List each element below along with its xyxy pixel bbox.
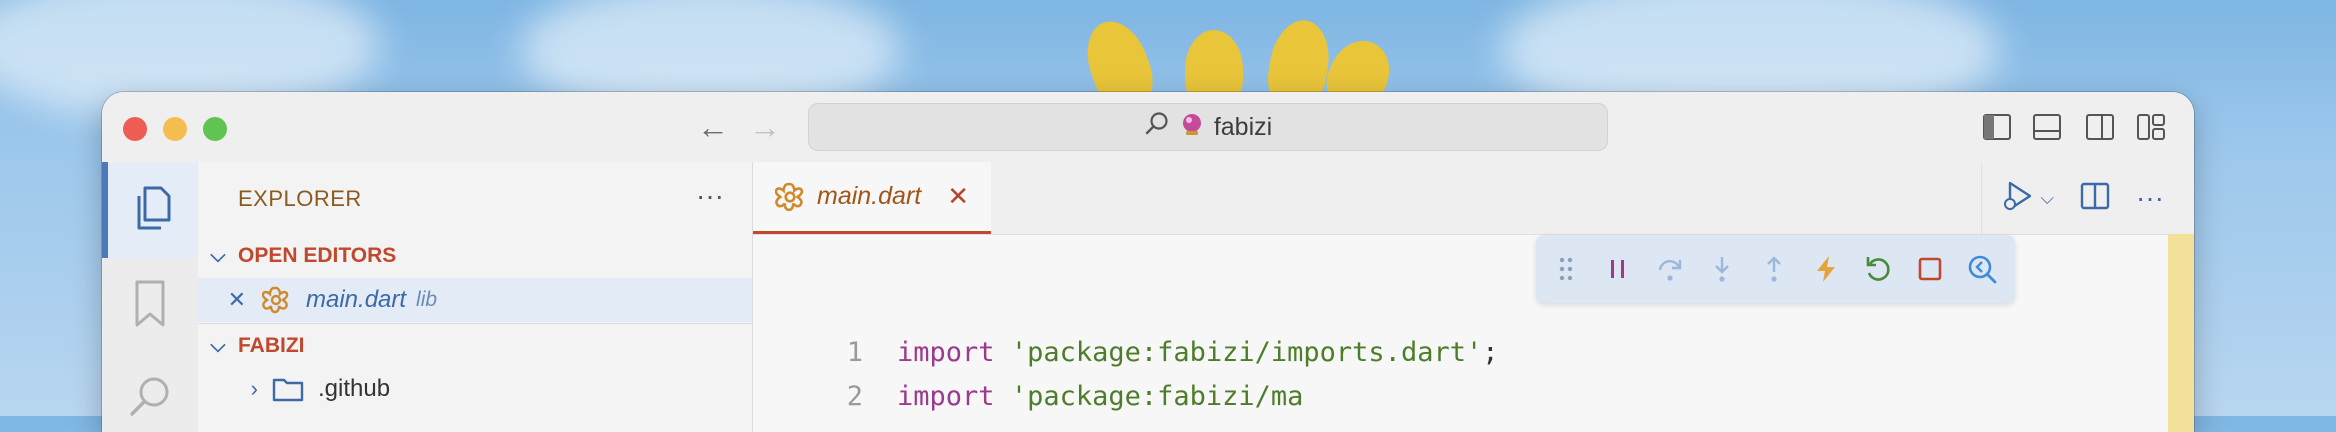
sidebar-more-button[interactable]: ··· xyxy=(696,180,724,212)
close-editor-button[interactable]: ✕ xyxy=(198,287,246,313)
tab-main-dart[interactable]: main.dart ✕ xyxy=(753,162,991,234)
command-center-search[interactable]: fabizi xyxy=(808,103,1608,151)
dart-file-icon xyxy=(775,182,805,212)
split-editor-icon[interactable] xyxy=(2080,181,2110,216)
tab-label: main.dart xyxy=(817,182,922,210)
forward-button[interactable]: → xyxy=(748,110,782,144)
open-editor-folder: lib xyxy=(416,288,438,311)
tree-item-label: .github xyxy=(318,375,391,402)
restart-icon[interactable] xyxy=(1862,253,1894,285)
hot-reload-icon[interactable] xyxy=(1810,253,1842,285)
editor-tabs: main.dart ✕ ⌵ ··· xyxy=(753,162,2194,235)
activity-bar xyxy=(102,162,198,432)
code-keyword: import xyxy=(897,380,995,412)
tab-close-button[interactable]: ✕ xyxy=(947,181,969,212)
code-punctuation: ; xyxy=(1482,336,1499,368)
toggle-panel-icon[interactable] xyxy=(2032,112,2062,142)
explorer-sidebar: EXPLORER ··· ⌵ OPEN EDITORS ✕ main.dart … xyxy=(198,162,753,432)
run-debug-icon xyxy=(2000,179,2034,218)
files-icon xyxy=(131,184,175,237)
project-header[interactable]: ⌵ FABIZI xyxy=(198,323,752,368)
chevron-down-icon: ⌵ xyxy=(210,244,226,267)
activity-search[interactable] xyxy=(102,350,198,432)
search-icon xyxy=(1144,111,1170,144)
code-string: 'package:fabizi/imports.dart' xyxy=(1010,336,1483,368)
folder-icon xyxy=(272,376,304,402)
line-number: 2 xyxy=(846,380,863,412)
toggle-secondary-sidebar-icon[interactable] xyxy=(2085,112,2115,142)
back-button[interactable]: ← xyxy=(696,110,730,144)
open-editors-label: OPEN EDITORS xyxy=(238,244,397,267)
minimize-window-button[interactable] xyxy=(163,117,187,141)
project-icon xyxy=(1180,112,1204,143)
open-editors-header[interactable]: ⌵ OPEN EDITORS xyxy=(198,234,752,278)
toggle-primary-sidebar-icon[interactable] xyxy=(1982,112,2012,142)
devtools-icon[interactable] xyxy=(1966,253,1998,285)
run-debug-button[interactable]: ⌵ xyxy=(2000,179,2054,218)
titlebar: ← → fabizi xyxy=(102,92,2194,162)
close-window-button[interactable] xyxy=(123,117,147,141)
stop-icon[interactable] xyxy=(1914,253,1946,285)
pause-icon[interactable] xyxy=(1602,253,1634,285)
bookmark-icon xyxy=(133,279,167,334)
dart-file-icon xyxy=(262,286,290,314)
editor-area: main.dart ✕ ⌵ ··· 1 import 'package:fabi… xyxy=(753,162,2194,432)
editor-more-button[interactable]: ··· xyxy=(2136,182,2164,214)
activity-explorer[interactable] xyxy=(102,162,198,258)
search-icon xyxy=(128,374,172,423)
code-line: 2 import 'package:fabizi/ma xyxy=(753,376,1304,416)
code-string: 'package:fabizi/ma xyxy=(1010,380,1304,412)
drag-handle-icon[interactable] xyxy=(1550,253,1582,285)
search-text: fabizi xyxy=(1213,112,1273,141)
code-keyword: import xyxy=(897,336,995,368)
chevron-right-icon: › xyxy=(250,376,258,401)
customize-layout-icon[interactable] xyxy=(2136,112,2166,142)
debug-toolbar xyxy=(1536,235,2015,303)
sidebar-title: EXPLORER xyxy=(238,186,362,211)
vscode-window: ← → fabizi EXPLORER ··· ⌵ OPEN EDITORS ✕… xyxy=(102,92,2194,432)
line-number: 1 xyxy=(846,336,863,368)
step-over-icon[interactable] xyxy=(1654,253,1686,285)
chevron-down-icon: ⌵ xyxy=(210,334,226,357)
open-editor-filename: main.dart xyxy=(306,286,407,313)
activity-bookmarks[interactable] xyxy=(102,258,198,354)
minimap[interactable] xyxy=(2168,234,2194,432)
code-line: 1 import 'package:fabizi/imports.dart'; xyxy=(753,332,1499,372)
zoom-window-button[interactable] xyxy=(203,117,227,141)
project-label: FABIZI xyxy=(238,334,305,357)
step-into-icon[interactable] xyxy=(1706,253,1738,285)
step-out-icon[interactable] xyxy=(1758,253,1790,285)
editor-actions: ⌵ ··· xyxy=(1981,162,2194,234)
chevron-down-icon: ⌵ xyxy=(2040,187,2055,208)
tree-item-github[interactable]: › .github xyxy=(198,367,752,411)
open-editor-item[interactable]: ✕ main.dart lib xyxy=(198,278,752,322)
